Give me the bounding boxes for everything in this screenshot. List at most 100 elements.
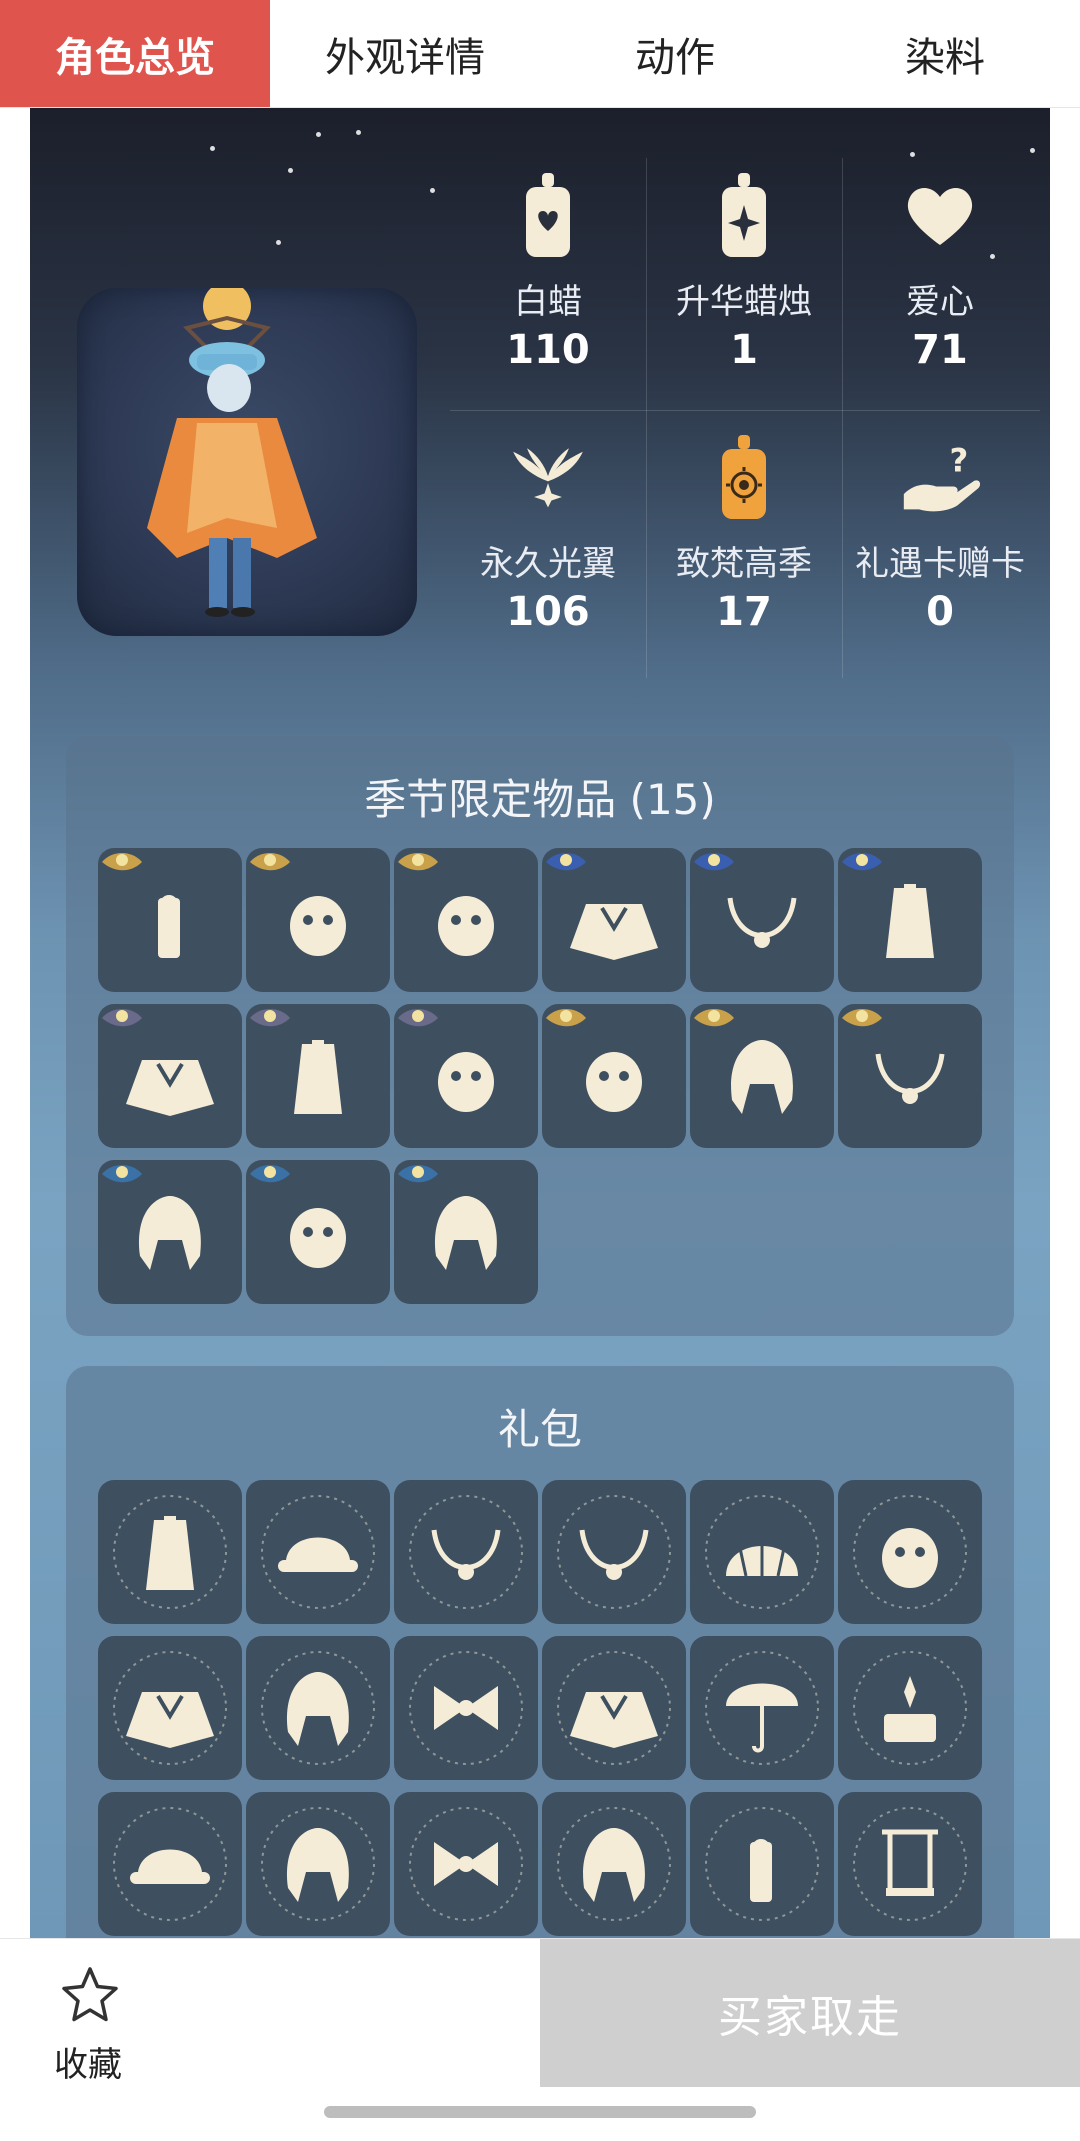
item-cell[interactable] — [246, 848, 390, 992]
item-cell[interactable] — [542, 1636, 686, 1780]
item-cell[interactable] — [98, 1636, 242, 1780]
bottom-action-bar: 收藏 买家取走 — [0, 1938, 1080, 2087]
character-avatar — [77, 288, 417, 636]
item-cell[interactable] — [838, 1480, 982, 1624]
tab-appearance-details[interactable]: 外观详情 — [270, 0, 540, 107]
character-figure-icon — [147, 288, 317, 617]
item-cell[interactable] — [246, 1004, 390, 1148]
item-cell[interactable] — [394, 1160, 538, 1304]
necklace-icon — [694, 853, 797, 948]
hair-icon — [102, 1165, 201, 1270]
ascended-candle-icon — [704, 170, 784, 260]
star-decoration — [210, 146, 215, 151]
gift-card-hand-icon: ? — [900, 432, 980, 522]
gift-pack-grid — [98, 1480, 982, 1938]
tab-character-overview[interactable]: 角色总览 — [0, 0, 270, 107]
item-cell[interactable] — [690, 1792, 834, 1936]
favorite-button[interactable]: 收藏 — [0, 1939, 540, 2087]
item-cell[interactable] — [98, 1004, 242, 1148]
hair-icon — [694, 1009, 793, 1114]
mask-icon — [398, 1009, 494, 1112]
star-decoration — [316, 132, 321, 137]
mask-icon — [250, 853, 346, 956]
necklace-icon — [409, 1495, 523, 1609]
favorite-label: 收藏 — [54, 2045, 122, 2085]
item-cell[interactable] — [394, 1792, 538, 1936]
tab-dyes[interactable]: 染料 — [810, 0, 1080, 107]
gift-pack-title: 礼包 — [497, 1405, 582, 1454]
item-cell[interactable] — [246, 1160, 390, 1304]
item-cell[interactable] — [394, 1636, 538, 1780]
hat-icon — [261, 1495, 375, 1609]
cape-icon — [557, 1651, 671, 1765]
shell-icon — [705, 1495, 819, 1609]
winged-light-icon — [508, 432, 588, 522]
item-cell[interactable] — [394, 1004, 538, 1148]
item-cell[interactable] — [542, 1792, 686, 1936]
white-candle-icon — [508, 170, 588, 260]
item-cell[interactable] — [98, 1160, 242, 1304]
hair-icon — [261, 1807, 375, 1921]
hair-accessory-icon — [102, 853, 180, 958]
hair-icon — [557, 1807, 671, 1921]
hair-accessory-icon — [705, 1807, 819, 1921]
item-cell[interactable] — [542, 848, 686, 992]
svg-text:?: ? — [950, 441, 969, 479]
necklace-icon — [842, 1009, 945, 1104]
item-cell[interactable] — [690, 1004, 834, 1148]
mask-icon — [250, 1165, 346, 1268]
item-cell[interactable] — [394, 848, 538, 992]
outfit-icon — [250, 1009, 342, 1114]
star-outline-icon — [62, 1967, 118, 2022]
star-decoration — [276, 240, 281, 245]
necklace-icon — [557, 1495, 671, 1609]
hair-icon — [398, 1165, 497, 1270]
cape-icon — [546, 853, 658, 960]
item-cell[interactable] — [98, 1792, 242, 1936]
outfit-icon — [113, 1495, 227, 1609]
item-cell[interactable] — [542, 1004, 686, 1148]
buyer-take-button[interactable]: 买家取走 — [540, 1939, 1080, 2087]
item-cell[interactable] — [394, 1480, 538, 1624]
item-cell[interactable] — [246, 1480, 390, 1624]
star-decoration — [356, 130, 361, 135]
item-cell[interactable] — [690, 1636, 834, 1780]
prop-icon — [853, 1651, 967, 1765]
item-cell[interactable] — [838, 1004, 982, 1148]
home-indicator[interactable] — [324, 2106, 756, 2118]
item-cell[interactable] — [838, 1636, 982, 1780]
stat-ascended-candle: 升华蜡烛 1 — [646, 148, 842, 406]
item-cell[interactable] — [690, 1480, 834, 1624]
cape-icon — [113, 1651, 227, 1765]
mask-icon — [398, 853, 494, 956]
stat-winged-light: 永久光翼 106 — [450, 410, 646, 668]
item-cell[interactable] — [838, 848, 982, 992]
item-cell[interactable] — [690, 848, 834, 992]
item-cell[interactable] — [542, 1480, 686, 1624]
stat-season-candle: 致梵高季 17 — [646, 410, 842, 668]
swing-icon — [853, 1807, 967, 1921]
item-cell[interactable] — [98, 1480, 242, 1624]
season-candle-icon — [704, 432, 784, 522]
bow-icon — [409, 1807, 523, 1921]
bow-icon — [409, 1651, 523, 1765]
cape-icon — [102, 1009, 214, 1116]
seasonal-items-title: 季节限定物品 (15) — [364, 775, 716, 824]
hat-icon — [113, 1807, 227, 1921]
item-cell[interactable] — [246, 1636, 390, 1780]
tab-emotes[interactable]: 动作 — [540, 0, 810, 107]
character-overview-card: 白蜡 110 升华蜡烛 1 爱心 71 永久光翼 106 致梵高季 17 ? 礼… — [30, 108, 1050, 1938]
gift-pack-panel: 礼包 — [66, 1366, 1014, 1938]
top-tab-bar: 角色总览 外观详情 动作 染料 — [0, 0, 1080, 108]
seasonal-items-grid — [98, 848, 982, 1308]
currency-stats-grid: 白蜡 110 升华蜡烛 1 爱心 71 永久光翼 106 致梵高季 17 ? 礼… — [450, 148, 1040, 688]
stat-gift-card: ? 礼遇卡赠卡 0 — [842, 410, 1038, 668]
star-decoration — [288, 168, 293, 173]
heart-icon — [900, 170, 980, 260]
seasonal-items-panel: 季节限定物品 (15) — [66, 736, 1014, 1336]
mask-icon — [853, 1495, 967, 1609]
item-cell[interactable] — [246, 1792, 390, 1936]
umbrella-icon — [705, 1651, 819, 1765]
item-cell[interactable] — [98, 848, 242, 992]
item-cell[interactable] — [838, 1792, 982, 1936]
